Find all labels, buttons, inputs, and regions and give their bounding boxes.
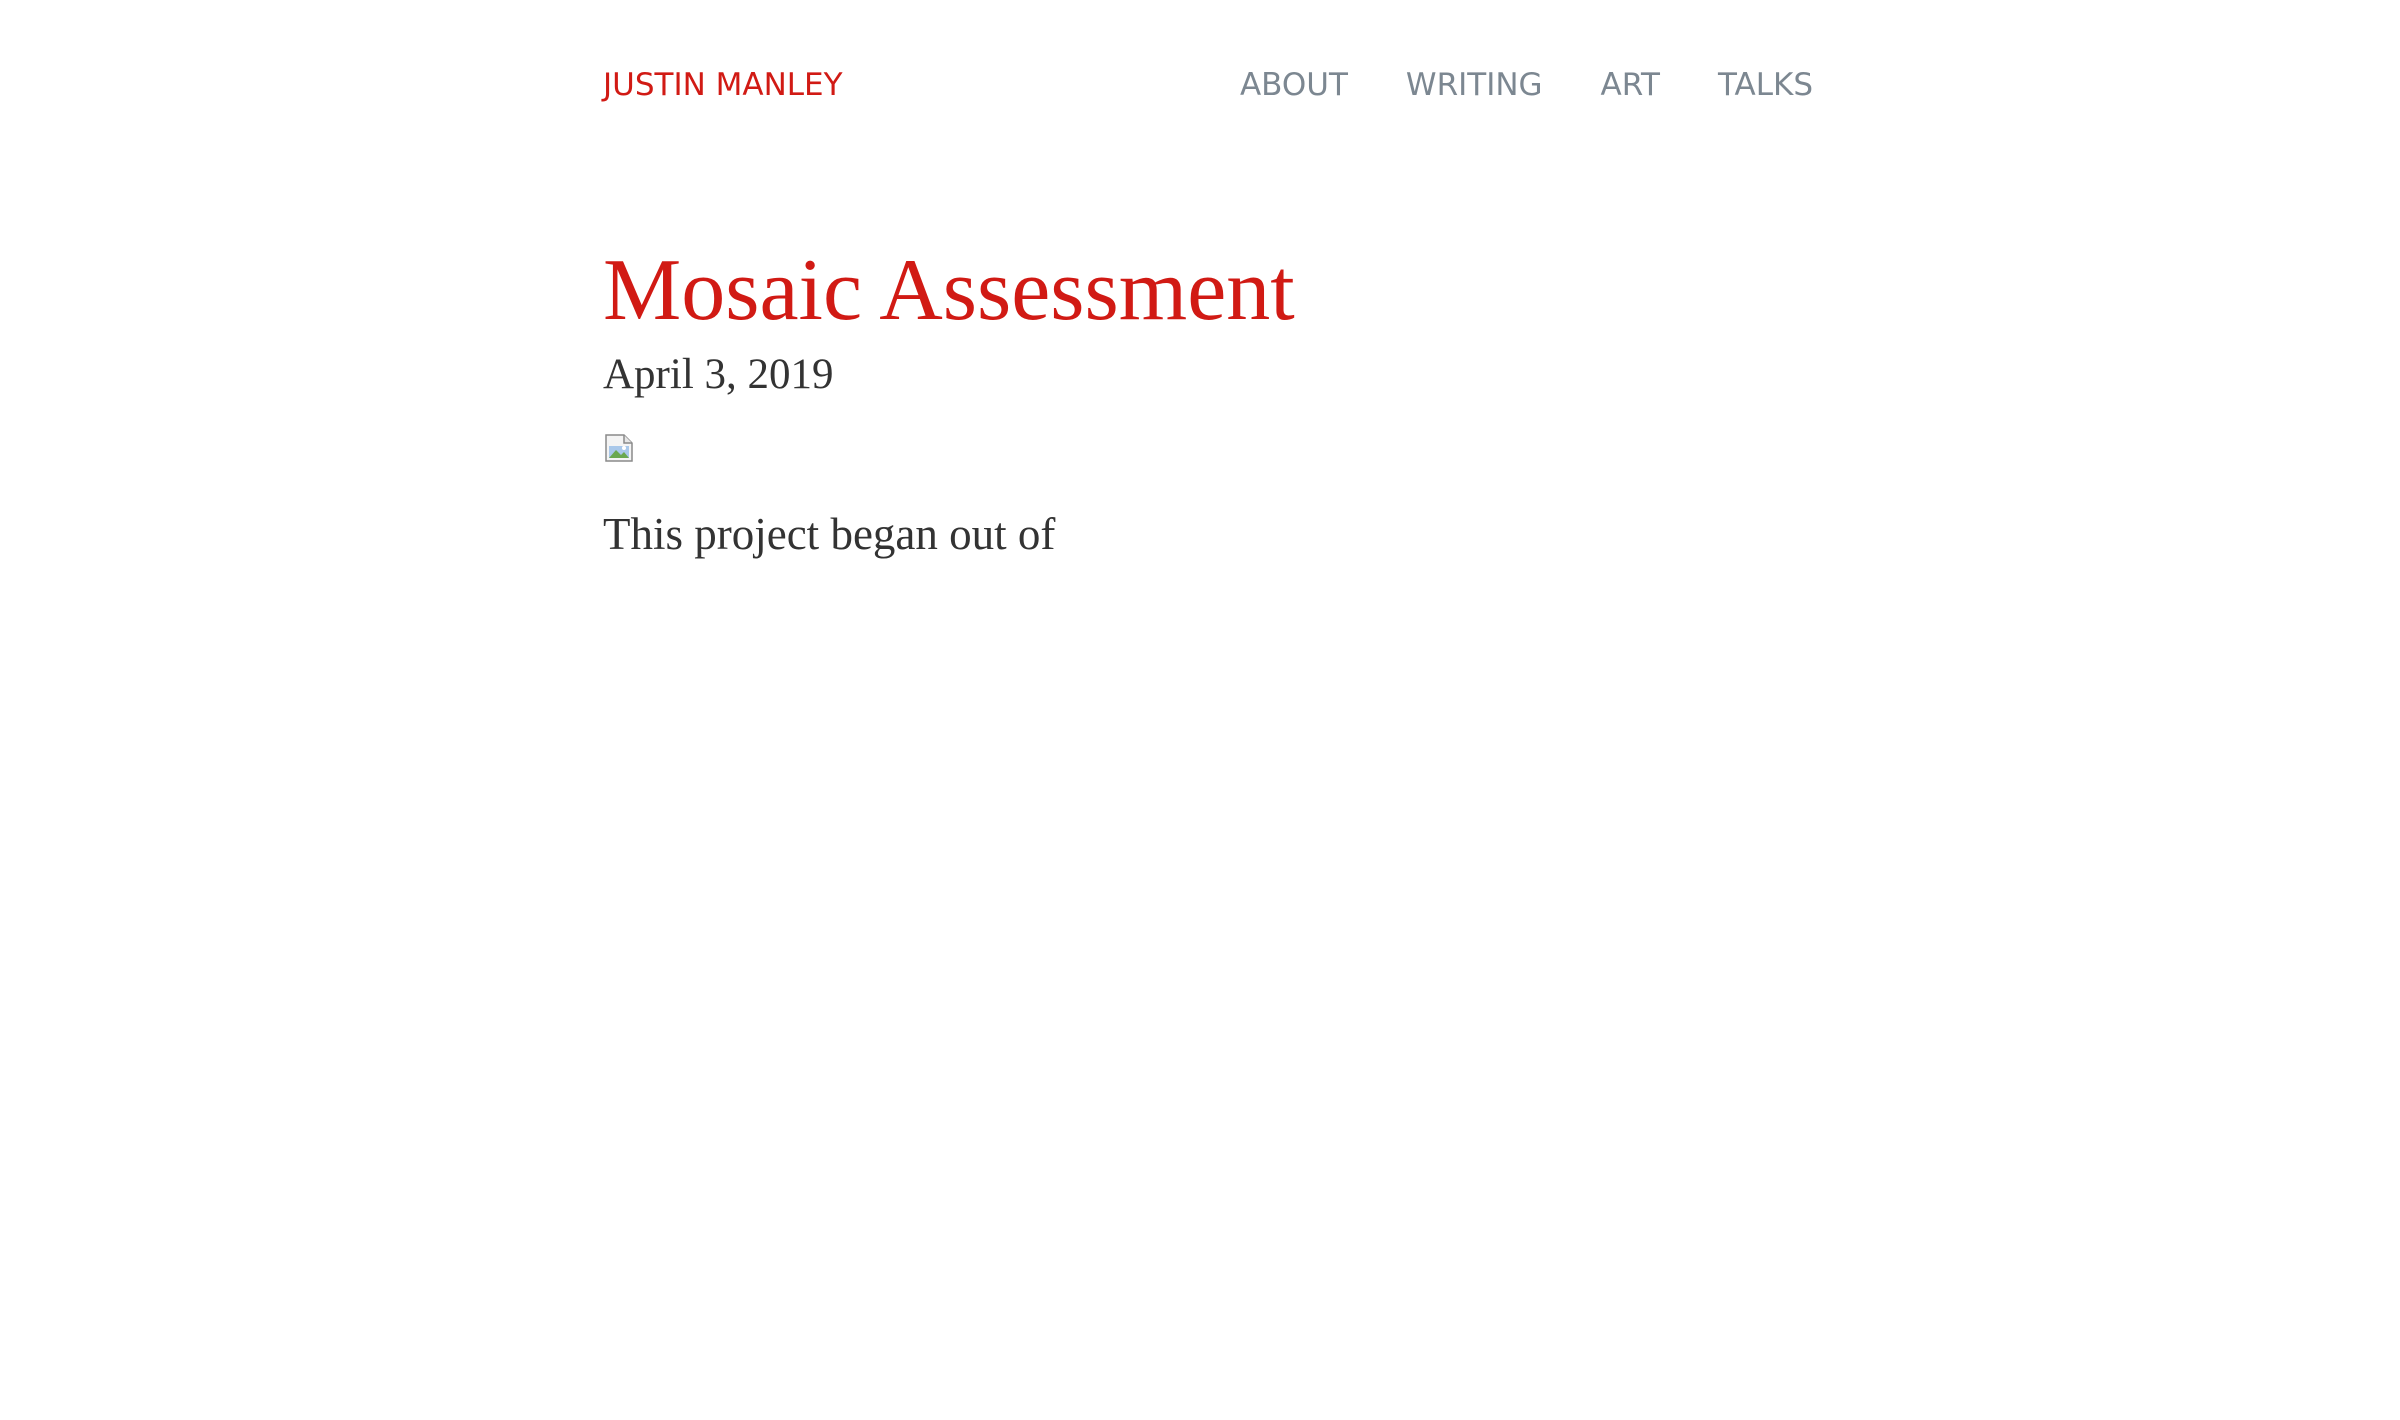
post-title: Mosaic Assessment bbox=[603, 242, 1295, 339]
broken-image-icon bbox=[605, 434, 633, 462]
post-article: Mosaic Assessment April 3, 2019 This pro… bbox=[603, 236, 1813, 564]
main-nav: ABOUT WRITING ART TALKS bbox=[1240, 55, 1813, 115]
nav-link-talks[interactable]: TALKS bbox=[1718, 55, 1813, 115]
site-header: JUSTIN MANLEY ABOUT WRITING ART TALKS bbox=[603, 55, 1813, 115]
post-body-text: This project began out of bbox=[603, 509, 1056, 559]
nav-link-art[interactable]: ART bbox=[1601, 55, 1660, 115]
site-title-link[interactable]: JUSTIN MANLEY bbox=[603, 55, 843, 115]
nav-link-about[interactable]: ABOUT bbox=[1240, 55, 1348, 115]
post-date: April 3, 2019 bbox=[603, 351, 834, 398]
nav-link-writing[interactable]: WRITING bbox=[1406, 55, 1543, 115]
